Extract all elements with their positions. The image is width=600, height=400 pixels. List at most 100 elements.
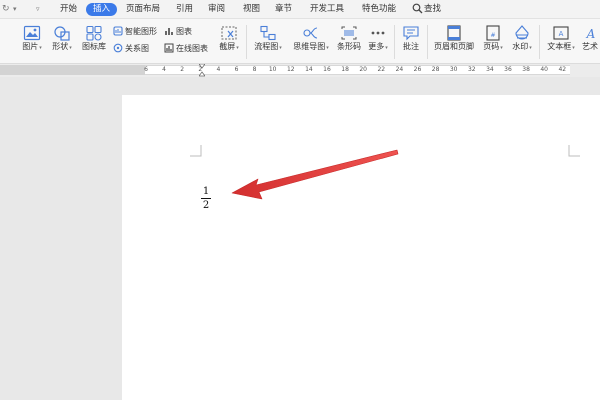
more-button[interactable]: 更多▾ [366,25,390,53]
watermark-button[interactable]: 水印▾ [509,25,535,53]
separator [539,25,540,59]
tab-page-layout[interactable]: 页面布局 [126,3,160,16]
ruler-tick-label: 12 [286,66,295,73]
watermark-label: 水印 [512,42,529,51]
ruler-tick-label: 36 [504,66,512,73]
ruler-tick-label: 40 [540,66,549,73]
ruler-tick-label: 42 [558,66,567,73]
tab-developer[interactable]: 开发工具 [310,3,344,16]
online-chart-button[interactable]: 在线图表 [164,43,208,54]
screenshot-label: 截屏 [219,42,236,51]
mindmap-icon [303,27,318,39]
search-label[interactable]: 查找 [424,3,441,16]
textbox-icon: A [553,26,569,40]
art-text-icon: A [586,27,596,41]
ruler-tick-label: 2 [180,66,185,73]
textbox-label: 文本框 [547,42,572,51]
flowchart-button[interactable]: 流程图▾ [251,25,285,53]
tab-review[interactable]: 审阅 [208,3,225,16]
mindmap-label: 思维导图 [293,42,326,51]
ruler-tick-label: 34 [486,66,494,73]
screenshot-button[interactable]: 截屏▾ [216,25,242,53]
comment-icon [403,26,419,41]
tab-home[interactable]: 开始 [60,3,77,16]
separator [394,25,395,59]
annotation-arrow-icon [231,149,399,200]
picture-icon [23,25,41,41]
ruler-tick-label: 16 [323,66,331,73]
ruler-tick-label: 20 [359,66,368,73]
shape-icon [54,26,70,41]
more-label: 更多 [368,42,385,51]
flowchart-icon [260,25,276,41]
flowchart-label: 流程图 [254,42,279,51]
ribbon-toolbar: 图片▾ 形状▾ 图标库 智能图形 关系图 图表 在线图表 截屏▾ 流程图▾ 思维… [0,19,600,64]
ruler-tick-label: 22 [377,66,386,73]
page-number-button[interactable]: # 页码▾ [480,25,506,53]
online-chart-icon [164,43,174,53]
header-footer-label: 页眉和页脚 [434,42,474,51]
ruler-tick-label: 28 [431,66,440,73]
tab-view[interactable]: 视图 [243,3,260,16]
shape-button[interactable]: 形状▾ [50,25,74,53]
ruler-tick-label: 30 [449,66,458,73]
redo-icon[interactable]: ↻ [2,3,10,15]
icon-library-button[interactable]: 图标库 [80,25,108,52]
ruler-tick-label: 18 [341,66,349,73]
separator [246,25,247,59]
watermark-icon [515,25,529,40]
page-number-icon: # [486,25,500,41]
chart-button[interactable]: 图表 [164,26,192,37]
chart-label: 图表 [176,27,192,36]
ruler-tick-label: 6 [144,66,148,73]
mindmap-button[interactable]: 思维导图▾ [289,25,333,53]
ruler-tick-label: 4 [162,66,167,73]
ruler-tick-label: 10 [268,66,277,73]
header-footer-icon [447,25,461,41]
icon-library-icon [86,25,102,41]
tab-features[interactable]: 特色功能 [362,3,396,16]
art-text-button[interactable]: A 艺术 [582,25,600,52]
header-footer-button[interactable]: 页眉和页脚 [431,25,477,52]
chart-icon [165,28,173,35]
icon-library-label: 图标库 [82,42,106,51]
customize-icon[interactable]: ▿ [36,3,40,15]
ruler-tick-label: 38 [522,66,530,73]
horizontal-ruler[interactable]: 6 4 2 2 4 6 8 10 12 14 16 18 20 22 24 26 28 30 32 34 36 38 40 4… [0,64,600,77]
screenshot-icon [221,26,237,40]
barcode-label: 条形码 [337,42,361,51]
svg-text:A: A [559,30,564,38]
relation-chart-icon [113,43,123,53]
svg-text:A: A [586,27,596,41]
tab-references[interactable]: 引用 [176,3,193,16]
svg-text:#: # [490,32,495,39]
ruler-tick-label: 26 [413,66,422,73]
ruler-tick-label: 8 [252,66,257,73]
smart-art-icon [113,26,123,36]
indent-marker-icon[interactable] [199,64,205,77]
tab-chapter[interactable]: 章节 [275,3,292,16]
online-chart-label: 在线图表 [176,44,208,53]
comment-button[interactable]: 批注 [399,25,423,52]
search-icon[interactable] [412,3,423,14]
textbox-button[interactable]: A 文本框▾ [544,25,578,53]
smart-art-label: 智能图形 [125,27,157,36]
document-page[interactable]: 1 2 [122,95,600,400]
barcode-button[interactable]: 条形码 [336,25,362,52]
undo-dropdown-icon[interactable]: ▾ [13,3,17,15]
shape-label: 形状 [52,42,69,51]
menu-bar: ↻ ▾ ▿ 开始 插入 页面布局 引用 审阅 视图 章节 开发工具 特色功能 查… [0,0,600,19]
smart-art-button[interactable]: 智能图形 [113,26,157,37]
barcode-icon [341,26,357,40]
more-icon [371,31,385,35]
ruler-tick-label: 14 [305,66,313,73]
separator [427,25,428,59]
tab-insert[interactable]: 插入 [86,3,118,16]
page-number-label: 页码 [483,42,500,51]
relation-chart-button[interactable]: 关系图 [113,43,149,54]
picture-button[interactable]: 图片▾ [20,25,44,53]
ruler-tick-label: 32 [467,66,476,73]
picture-label: 图片 [22,42,39,51]
relation-chart-label: 关系图 [125,44,149,53]
ruler-tick-label: 4 [216,66,221,73]
